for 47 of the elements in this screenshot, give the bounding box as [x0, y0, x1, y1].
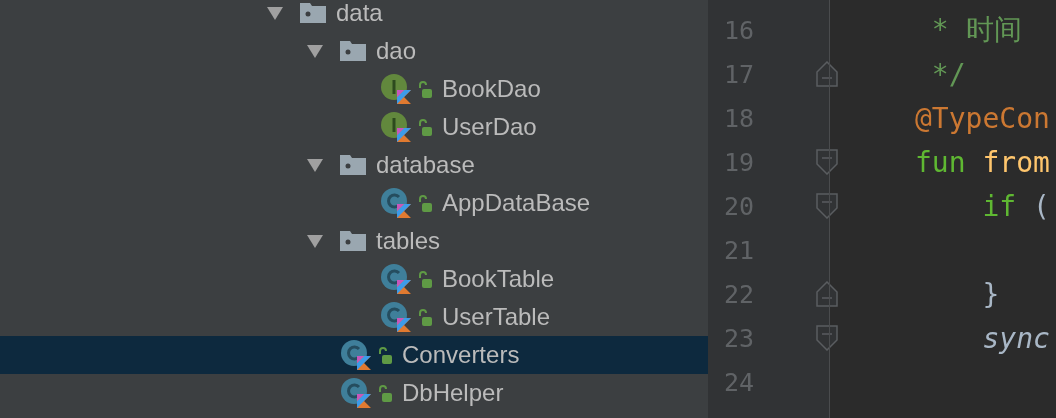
- tree-item-label: Converters: [402, 341, 520, 369]
- tree-item-label: tables: [376, 227, 441, 255]
- folder-icon: [340, 41, 366, 61]
- tree-row[interactable]: database: [0, 146, 708, 184]
- tree-row[interactable]: AppDataBase: [0, 184, 708, 222]
- class-icon: [380, 301, 412, 333]
- code-line: * 时间: [930, 12, 1022, 48]
- tree-item-label: DbHelper: [402, 379, 504, 407]
- class-icon: [380, 187, 412, 219]
- tree-row[interactable]: dao: [0, 32, 708, 70]
- interface-icon: [380, 111, 412, 143]
- class-icon: [380, 263, 412, 295]
- tree-item-label: dao: [376, 37, 417, 65]
- tree-row[interactable]: DbHelper: [0, 374, 708, 412]
- code-line: }: [981, 277, 1000, 311]
- class-icon: [340, 377, 372, 409]
- code-line: if (: [981, 189, 1050, 223]
- tree-item-label: database: [376, 151, 475, 179]
- tree-item-label: BookTable: [442, 265, 555, 293]
- code-line: sync: [981, 321, 1050, 355]
- tree-row[interactable]: BookTable: [0, 260, 708, 298]
- unlock-icon: [418, 118, 432, 136]
- tree-item-label: data: [336, 0, 383, 27]
- tree-row[interactable]: data: [0, 0, 708, 32]
- tree-row[interactable]: UserDao: [0, 108, 708, 146]
- code-line: @TypeCon: [915, 101, 1050, 135]
- tree-row[interactable]: Converters: [0, 336, 708, 374]
- unlock-icon: [418, 194, 432, 212]
- unlock-icon: [418, 270, 432, 288]
- unlock-icon: [418, 80, 432, 98]
- folder-icon: [340, 155, 366, 175]
- unlock-icon: [378, 384, 392, 402]
- unlock-icon: [418, 308, 432, 326]
- folder-icon: [340, 231, 366, 251]
- code-line: */: [930, 57, 966, 91]
- interface-icon: [380, 73, 412, 105]
- class-icon: [340, 339, 372, 371]
- tree-row[interactable]: tables: [0, 222, 708, 260]
- tree-row[interactable]: UserTable: [0, 298, 708, 336]
- tree-item-label: UserTable: [442, 303, 551, 331]
- tree-item-label: BookDao: [442, 75, 541, 103]
- code-line: fun from: [915, 145, 1050, 179]
- tree-row[interactable]: BookDao: [0, 70, 708, 108]
- tree-item-label: AppDataBase: [442, 189, 591, 217]
- tree-item-label: UserDao: [442, 113, 537, 141]
- folder-icon: [300, 3, 326, 23]
- unlock-icon: [378, 346, 392, 364]
